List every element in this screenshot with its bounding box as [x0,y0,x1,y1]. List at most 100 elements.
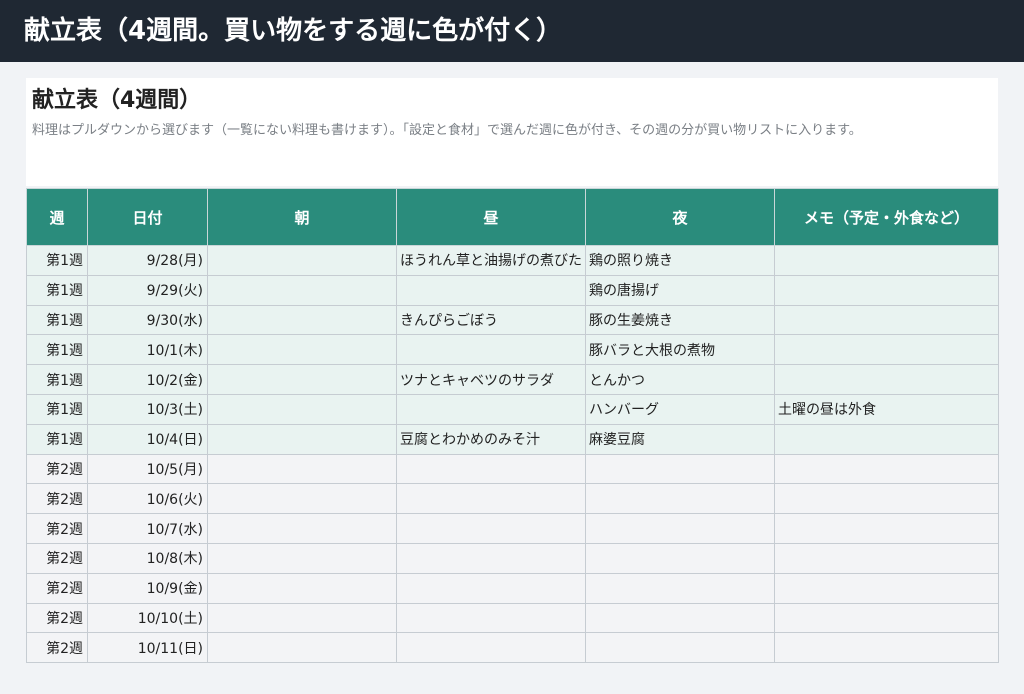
lunch-cell[interactable] [396,572,586,604]
dinner-cell[interactable]: 麻婆豆腐 [585,423,775,455]
breakfast-cell[interactable] [207,513,397,544]
lunch-cell[interactable] [396,513,586,544]
lunch-cell[interactable]: 豆腐とわかめのみそ汁 [396,423,586,455]
memo-cell[interactable] [774,513,999,544]
date-cell: 9/30(水) [87,304,208,336]
breakfast-cell[interactable] [207,304,397,336]
week-cell: 第2週 [26,483,88,515]
dinner-cell[interactable]: 豚の生姜焼き [585,304,775,336]
lunch-cell[interactable] [396,632,586,664]
column-header-date: 日付 [87,188,208,246]
dinner-cell[interactable] [585,513,775,544]
breakfast-cell[interactable] [207,453,397,485]
breakfast-cell[interactable] [207,274,397,306]
week-cell: 第2週 [26,632,88,664]
dinner-cell[interactable] [585,542,775,574]
page-title: 献立表（4週間） [32,88,202,113]
dinner-cell[interactable]: とんかつ [585,364,775,395]
week-cell: 第1週 [26,304,88,336]
dinner-cell[interactable]: 豚バラと大根の煮物 [585,334,775,366]
column-header-memo: メモ（予定・外食など） [774,188,999,246]
breakfast-cell[interactable] [207,393,397,425]
lunch-cell[interactable] [396,393,586,425]
lunch-cell[interactable] [396,602,586,634]
lunch-cell[interactable] [396,334,586,366]
table-row: 第2週 10/10(土) [26,602,999,634]
breakfast-cell[interactable] [207,334,397,366]
breakfast-cell[interactable] [207,572,397,604]
dinner-cell[interactable]: 鶏の唐揚げ [585,274,775,306]
memo-cell[interactable] [774,245,999,276]
week-cell: 第2週 [26,542,88,574]
lunch-cell[interactable] [396,274,586,306]
date-cell: 10/7(水) [87,513,208,544]
dinner-cell[interactable] [585,453,775,485]
dinner-cell[interactable]: ハンバーグ [585,393,775,425]
date-cell: 10/4(日) [87,423,208,455]
app-title: 献立表（4週間。買い物をする週に色が付く） [24,16,563,46]
memo-cell[interactable] [774,364,999,395]
week-cell: 第1週 [26,364,88,395]
table-row: 第2週 10/6(火) [26,483,999,515]
lunch-cell[interactable] [396,483,586,515]
column-header-dinner: 夜 [585,188,775,246]
table-row: 第1週 9/28(月) ほうれん草と油揚げの煮びたし 鶏の照り焼き [26,245,999,276]
memo-cell[interactable] [774,274,999,306]
lunch-cell[interactable] [396,453,586,485]
breakfast-cell[interactable] [207,423,397,455]
dinner-cell[interactable] [585,572,775,604]
memo-cell[interactable] [774,453,999,485]
week-cell: 第2週 [26,513,88,544]
lunch-cell[interactable] [396,542,586,574]
breakfast-cell[interactable] [207,483,397,515]
date-cell: 10/6(火) [87,483,208,515]
dinner-cell[interactable]: 鶏の照り焼き [585,245,775,276]
date-cell: 10/10(土) [87,602,208,634]
dinner-cell[interactable] [585,632,775,664]
column-header-breakfast: 朝 [207,188,397,246]
table-row: 第1週 9/29(火) 鶏の唐揚げ [26,274,999,306]
table-row: 第1週 10/1(木) 豚バラと大根の煮物 [26,334,999,366]
date-cell: 10/1(木) [87,334,208,366]
week-cell: 第1週 [26,423,88,455]
table-row: 第1週 9/30(水) きんぴらごぼう 豚の生姜焼き [26,304,999,336]
table-row: 第2週 10/5(月) [26,453,999,485]
breakfast-cell[interactable] [207,632,397,664]
week-cell: 第2週 [26,453,88,485]
breakfast-cell[interactable] [207,364,397,395]
date-cell: 10/9(金) [87,572,208,604]
dinner-cell[interactable] [585,483,775,515]
menu-panel: 献立表（4週間） 料理はプルダウンから選びます（一覧にない料理も書けます）。「設… [26,78,998,186]
week-cell: 第2週 [26,572,88,604]
breakfast-cell[interactable] [207,245,397,276]
memo-cell[interactable] [774,602,999,634]
date-cell: 9/29(火) [87,274,208,306]
date-cell: 10/11(日) [87,632,208,664]
memo-cell[interactable] [774,632,999,664]
table-row: 第1週 10/3(土) ハンバーグ 土曜の昼は外食 [26,393,999,425]
date-cell: 10/3(土) [87,393,208,425]
memo-cell[interactable]: 土曜の昼は外食 [774,393,999,425]
breakfast-cell[interactable] [207,542,397,574]
week-cell: 第1週 [26,274,88,306]
date-cell: 10/5(月) [87,453,208,485]
memo-cell[interactable] [774,542,999,574]
dinner-cell[interactable] [585,602,775,634]
date-cell: 10/2(金) [87,364,208,395]
date-cell: 10/8(木) [87,542,208,574]
lunch-cell[interactable]: ほうれん草と油揚げの煮びたし [396,245,586,276]
week-cell: 第1週 [26,393,88,425]
table-row: 第2週 10/7(水) [26,513,999,544]
lunch-cell[interactable]: ツナとキャベツのサラダ [396,364,586,395]
memo-cell[interactable] [774,483,999,515]
memo-cell[interactable] [774,304,999,336]
table-row: 第1週 10/2(金) ツナとキャベツのサラダ とんかつ [26,364,999,395]
memo-cell[interactable] [774,572,999,604]
table-row: 第2週 10/8(木) [26,542,999,574]
table-row: 第2週 10/9(金) [26,572,999,604]
table-row: 第2週 10/11(日) [26,632,999,664]
lunch-cell[interactable]: きんぴらごぼう [396,304,586,336]
memo-cell[interactable] [774,334,999,366]
breakfast-cell[interactable] [207,602,397,634]
memo-cell[interactable] [774,423,999,455]
